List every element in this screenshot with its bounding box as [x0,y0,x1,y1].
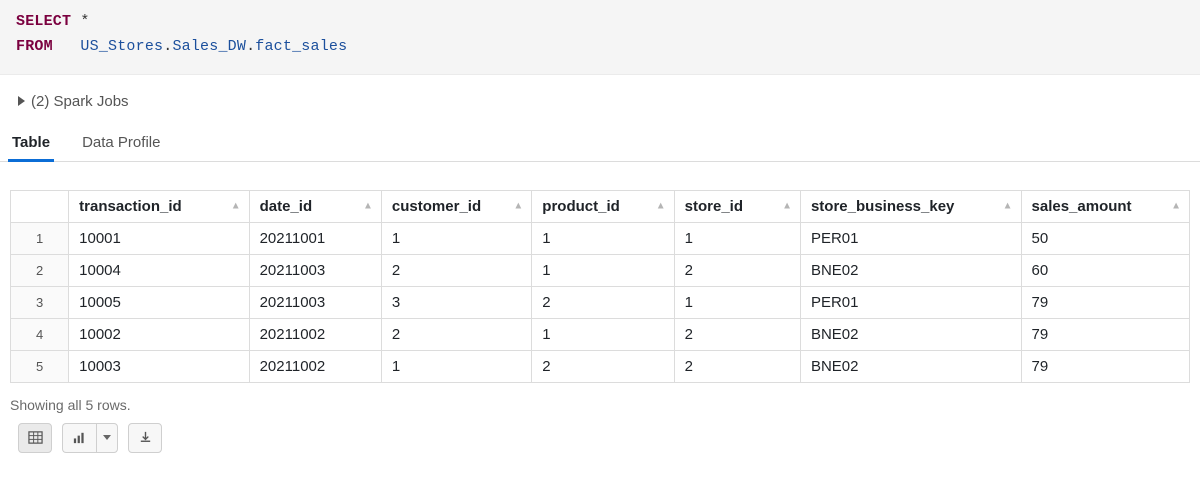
col-header-date_id[interactable]: date_id▲ [249,190,381,222]
row-index: 3 [11,286,69,318]
chart-view-button[interactable] [62,423,96,453]
bar-chart-icon [72,430,87,445]
table-row: 41000220211002212BNE0279 [11,318,1190,350]
row-index: 4 [11,318,69,350]
cell-customer_id: 1 [381,222,531,254]
row-index: 5 [11,350,69,382]
sort-icon: ▲ [231,201,241,212]
cell-transaction_id: 10003 [69,350,249,382]
table-row: 51000320211002122BNE0279 [11,350,1190,382]
cell-store_business_key: PER01 [800,286,1021,318]
cell-date_id: 20211002 [249,350,381,382]
sort-icon: ▲ [656,201,666,212]
col-header-transaction_id[interactable]: transaction_id▲ [69,190,249,222]
table-view-button[interactable] [18,423,52,453]
cell-date_id: 20211003 [249,286,381,318]
row-index-header [11,190,69,222]
download-button[interactable] [128,423,162,453]
cell-customer_id: 2 [381,318,531,350]
cell-date_id: 20211002 [249,318,381,350]
col-header-store_business_key[interactable]: store_business_key▲ [800,190,1021,222]
cell-product_id: 1 [532,254,674,286]
sql-keyword-from: FROM [16,38,53,55]
sql-keyword-select: SELECT [16,13,71,30]
col-header-product_id[interactable]: product_id▲ [532,190,674,222]
results-toolbar [0,419,1200,465]
table-header-row: transaction_id▲ date_id▲ customer_id▲ pr… [11,190,1190,222]
row-index: 2 [11,254,69,286]
download-icon [138,430,153,445]
table-icon [28,430,43,445]
cell-store_business_key: BNE02 [800,350,1021,382]
cell-store_business_key: BNE02 [800,318,1021,350]
cell-product_id: 2 [532,350,674,382]
cell-transaction_id: 10004 [69,254,249,286]
cell-store_id: 2 [674,350,800,382]
cell-sales_amount: 60 [1021,254,1189,286]
cell-store_business_key: PER01 [800,222,1021,254]
caret-right-icon [18,96,25,106]
sort-icon: ▲ [782,201,792,212]
sort-icon: ▲ [1171,201,1181,212]
cell-sales_amount: 79 [1021,286,1189,318]
sql-star: * [80,13,89,30]
cell-product_id: 1 [532,222,674,254]
sql-id-table: fact_sales [255,38,347,55]
cell-customer_id: 1 [381,350,531,382]
sort-icon: ▲ [363,201,373,212]
spark-jobs-label: (2) Spark Jobs [31,93,129,110]
cell-customer_id: 3 [381,286,531,318]
col-header-sales_amount[interactable]: sales_amount▲ [1021,190,1189,222]
spark-jobs-expander[interactable]: (2) Spark Jobs [0,75,1200,120]
cell-product_id: 1 [532,318,674,350]
results-table: transaction_id▲ date_id▲ customer_id▲ pr… [10,190,1190,383]
col-header-customer_id[interactable]: customer_id▲ [381,190,531,222]
cell-date_id: 20211003 [249,254,381,286]
chevron-down-icon [103,435,111,440]
cell-date_id: 20211001 [249,222,381,254]
col-header-store_id[interactable]: store_id▲ [674,190,800,222]
chart-view-split-button [62,423,118,453]
cell-transaction_id: 10005 [69,286,249,318]
sql-id-catalog: US_Stores [80,38,163,55]
sort-icon: ▲ [513,201,523,212]
cell-store_id: 2 [674,254,800,286]
sql-code-cell: SELECT * FROM US_Stores.Sales_DW.fact_sa… [0,0,1200,75]
cell-store_id: 2 [674,318,800,350]
cell-customer_id: 2 [381,254,531,286]
cell-transaction_id: 10002 [69,318,249,350]
cell-sales_amount: 79 [1021,350,1189,382]
cell-sales_amount: 79 [1021,318,1189,350]
cell-store_id: 1 [674,286,800,318]
sql-id-schema: Sales_DW [172,38,246,55]
tab-data-profile[interactable]: Data Profile [80,128,162,161]
row-index: 1 [11,222,69,254]
result-tabs: Table Data Profile [0,120,1200,162]
sort-icon: ▲ [1003,201,1013,212]
chart-view-dropdown[interactable] [96,423,118,453]
cell-transaction_id: 10001 [69,222,249,254]
table-row: 21000420211003212BNE0260 [11,254,1190,286]
cell-product_id: 2 [532,286,674,318]
tab-table[interactable]: Table [10,128,52,161]
table-row: 11000120211001111PER0150 [11,222,1190,254]
cell-sales_amount: 50 [1021,222,1189,254]
rows-summary: Showing all 5 rows. [0,387,1200,419]
cell-store_id: 1 [674,222,800,254]
cell-store_business_key: BNE02 [800,254,1021,286]
table-row: 31000520211003321PER0179 [11,286,1190,318]
